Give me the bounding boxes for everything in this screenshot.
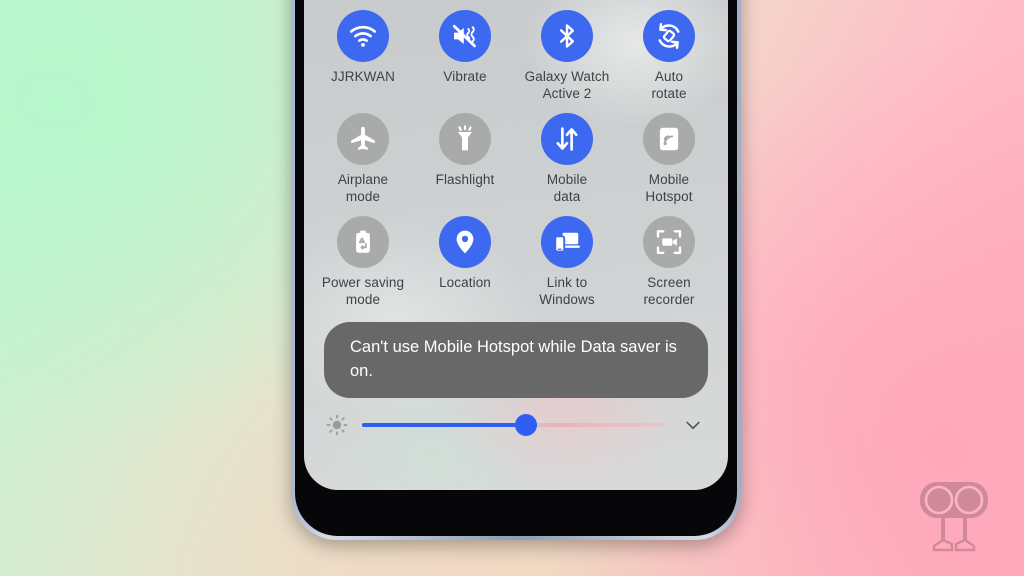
quick-tile-power-saving[interactable]: Power saving mode bbox=[312, 216, 414, 308]
quick-tile-label: JJRKWAN bbox=[331, 69, 395, 84]
quick-tile-auto-rotate[interactable]: Auto rotate bbox=[618, 10, 720, 102]
flashlight-icon[interactable] bbox=[439, 113, 491, 165]
quick-tile-location[interactable]: Location bbox=[414, 216, 516, 308]
quick-tile-label: Location bbox=[439, 275, 491, 290]
phone-bezel: JJRKWAN Vibrate Galaxy Watch Active 2 Au… bbox=[295, 0, 737, 536]
quick-tile-bluetooth[interactable]: Galaxy Watch Active 2 bbox=[516, 10, 618, 102]
quick-tile-label: Galaxy Watch Active 2 bbox=[524, 69, 610, 101]
mobile-hotspot-icon[interactable] bbox=[643, 113, 695, 165]
quick-tile-label: Mobile data bbox=[546, 172, 588, 204]
toast-message: Can't use Mobile Hotspot while Data save… bbox=[324, 322, 708, 398]
quick-tile-label: Mobile Hotspot bbox=[645, 172, 693, 204]
brightness-slider[interactable] bbox=[362, 412, 666, 438]
quick-tile-vibrate[interactable]: Vibrate bbox=[414, 10, 516, 102]
brightness-slider-thumb[interactable] bbox=[515, 414, 538, 436]
brightness-track-fill bbox=[362, 423, 527, 427]
vibrate-icon[interactable] bbox=[439, 10, 491, 62]
link-to-windows-icon[interactable] bbox=[541, 216, 593, 268]
quick-tile-label: Screen recorder bbox=[643, 275, 695, 307]
quick-tile-label: Airplane mode bbox=[337, 172, 389, 204]
quick-settings-grid: JJRKWAN Vibrate Galaxy Watch Active 2 Au… bbox=[304, 10, 728, 308]
brightness-sun-icon bbox=[322, 414, 352, 436]
quick-tile-flashlight[interactable]: Flashlight bbox=[414, 113, 516, 205]
auto-rotate-icon[interactable] bbox=[643, 10, 695, 62]
chevron-down-icon[interactable] bbox=[676, 415, 710, 435]
screen-recorder-icon[interactable] bbox=[643, 216, 695, 268]
quick-tile-wifi[interactable]: JJRKWAN bbox=[312, 10, 414, 102]
site-watermark-logo bbox=[908, 478, 1000, 554]
location-pin-icon[interactable] bbox=[439, 216, 491, 268]
toast-container: Can't use Mobile Hotspot while Data save… bbox=[304, 308, 728, 398]
quick-tile-mobile-hotspot[interactable]: Mobile Hotspot bbox=[618, 113, 720, 205]
quick-tile-airplane-mode[interactable]: Airplane mode bbox=[312, 113, 414, 205]
quick-tile-mobile-data[interactable]: Mobile data bbox=[516, 113, 618, 205]
quick-tile-label: Flashlight bbox=[435, 172, 495, 187]
phone-device: JJRKWAN Vibrate Galaxy Watch Active 2 Au… bbox=[291, 0, 741, 540]
quick-tile-screen-recorder[interactable]: Screen recorder bbox=[618, 216, 720, 308]
quick-tile-label: Auto rotate bbox=[651, 69, 687, 101]
phone-screen: JJRKWAN Vibrate Galaxy Watch Active 2 Au… bbox=[304, 0, 728, 490]
brightness-row bbox=[304, 398, 728, 444]
wifi-icon[interactable] bbox=[337, 10, 389, 62]
bluetooth-icon[interactable] bbox=[541, 10, 593, 62]
airplane-icon[interactable] bbox=[337, 113, 389, 165]
quick-tile-link-to-windows[interactable]: Link to Windows bbox=[516, 216, 618, 308]
mobile-data-icon[interactable] bbox=[541, 113, 593, 165]
screenshot-stage: JJRKWAN Vibrate Galaxy Watch Active 2 Au… bbox=[0, 0, 1024, 576]
power-saving-icon[interactable] bbox=[337, 216, 389, 268]
quick-settings-panel: JJRKWAN Vibrate Galaxy Watch Active 2 Au… bbox=[304, 10, 728, 444]
quick-tile-label: Vibrate bbox=[443, 69, 487, 84]
quick-tile-label: Link to Windows bbox=[539, 275, 595, 307]
quick-tile-label: Power saving mode bbox=[321, 275, 405, 307]
